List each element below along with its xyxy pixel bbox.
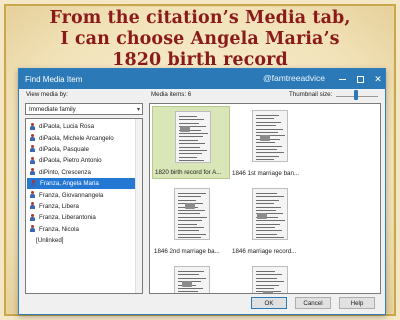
person-icon xyxy=(29,168,36,176)
person-list-item[interactable]: diPinto, Crescenza xyxy=(26,167,142,178)
thumbnail-size-slider-handle[interactable] xyxy=(354,90,358,100)
help-button-label: Help xyxy=(350,299,364,307)
caption-line-2: I can choose Angela Maria’s xyxy=(60,29,340,49)
window-title: Find Media Item xyxy=(25,74,83,84)
person-list-item[interactable]: Franza, Angela Maria xyxy=(27,177,141,190)
person-name: diPinto, Crescenza xyxy=(39,168,91,176)
help-button[interactable]: Help xyxy=(339,297,375,309)
chevron-down-icon: ▾ xyxy=(136,107,140,113)
person-name: Franza, Liberantonia xyxy=(39,214,96,222)
person-list-item[interactable]: diPaola, Lucia Rosa xyxy=(26,121,142,132)
media-item-caption: 1846 marriage record... xyxy=(232,248,297,255)
person-name: [Unlinked] xyxy=(36,237,64,245)
media-item-caption: 1846 2nd marriage ba... xyxy=(154,248,220,255)
document-thumbnail xyxy=(174,188,210,240)
person-list-item[interactable]: Franza, Liberantonia xyxy=(26,212,142,223)
view-media-by-label: View media by: xyxy=(26,91,68,98)
minimize-icon xyxy=(338,78,346,80)
ok-button-label: OK xyxy=(264,299,274,307)
people-list-scrollbar[interactable] xyxy=(135,119,142,293)
person-icon xyxy=(29,191,36,199)
cancel-button[interactable]: Cancel xyxy=(295,297,331,309)
person-name: diPaola, Lucia Rosa xyxy=(39,123,95,131)
document-thumbnail xyxy=(174,266,210,293)
document-thumbnail xyxy=(252,110,288,162)
close-button[interactable]: ✕ xyxy=(369,69,387,89)
person-name: Franza, Libera xyxy=(39,202,79,210)
person-list-item[interactable]: Franza, Giovannangela xyxy=(26,189,142,200)
view-media-by-value: Immediate family xyxy=(29,106,76,113)
media-item[interactable]: 1846 2nd marriage ba... xyxy=(152,184,230,257)
ok-button[interactable]: OK xyxy=(251,297,287,309)
media-item-caption: 1846 1st marriage ban... xyxy=(232,170,300,177)
person-name: Franza, Angela Maria xyxy=(40,180,99,188)
people-list[interactable]: diPaola, Lucia Rosa diPaola, Michele Arca… xyxy=(25,118,143,294)
person-icon xyxy=(29,213,36,222)
thumbnail-size-label: Thumbnail size: xyxy=(289,91,333,98)
person-name: diPaola, Michele Arcangelo xyxy=(39,134,114,142)
person-icon xyxy=(29,202,36,210)
close-icon: ✕ xyxy=(374,73,382,84)
person-icon xyxy=(29,145,36,153)
media-item-caption: 1820 birth record for A... xyxy=(155,169,222,176)
find-media-dialog: Find Media Item @famtreeadvice ✕ View me… xyxy=(18,68,386,315)
person-icon xyxy=(30,179,37,188)
person-icon xyxy=(29,134,36,142)
caption-text: From the citation’s Media tab, I can cho… xyxy=(0,8,400,71)
person-name: diPaola, Pasquale xyxy=(39,145,89,153)
watermark-text: @famtreeadvice xyxy=(263,73,326,83)
media-item[interactable] xyxy=(230,262,308,293)
media-item[interactable]: 1846 1st marriage ban... xyxy=(230,106,308,179)
maximize-button[interactable] xyxy=(351,69,369,89)
person-name: Franza, Giovannangela xyxy=(39,191,104,199)
caption-line-1: From the citation’s Media tab, xyxy=(49,8,351,28)
person-list-item[interactable]: [Unlinked] xyxy=(26,235,142,246)
maximize-icon xyxy=(356,75,364,83)
media-item[interactable]: 1846 marriage record... xyxy=(230,184,308,257)
media-item[interactable]: 1820 birth record for A... xyxy=(152,106,230,179)
title-bar[interactable]: Find Media Item @famtreeadvice ✕ xyxy=(19,69,385,89)
person-list-item[interactable]: Franza, Libera xyxy=(26,201,142,212)
cancel-button-label: Cancel xyxy=(303,299,323,307)
person-name: Franza, Nicola xyxy=(39,225,79,233)
person-icon xyxy=(29,225,36,233)
media-grid[interactable]: 1820 birth record for A... 1846 1st marri… xyxy=(149,103,381,294)
person-name: diPaola, Pietro Antonio xyxy=(39,157,102,165)
minimize-button[interactable] xyxy=(333,69,351,89)
view-media-by-select[interactable]: Immediate family ▾ xyxy=(25,103,143,115)
media-item[interactable] xyxy=(152,262,230,293)
document-thumbnail xyxy=(252,188,288,240)
person-list-item[interactable]: diPaola, Michele Arcangelo xyxy=(26,132,142,143)
person-list-item[interactable]: diPaola, Pasquale xyxy=(26,144,142,155)
person-icon xyxy=(29,156,36,165)
person-list-item[interactable]: Franza, Nicola xyxy=(26,224,142,235)
person-list-item[interactable]: diPaola, Pietro Antonio xyxy=(26,155,142,166)
document-thumbnail xyxy=(175,111,211,163)
media-items-count: Media items: 6 xyxy=(151,91,192,98)
document-thumbnail xyxy=(252,266,288,293)
person-icon xyxy=(29,122,36,131)
